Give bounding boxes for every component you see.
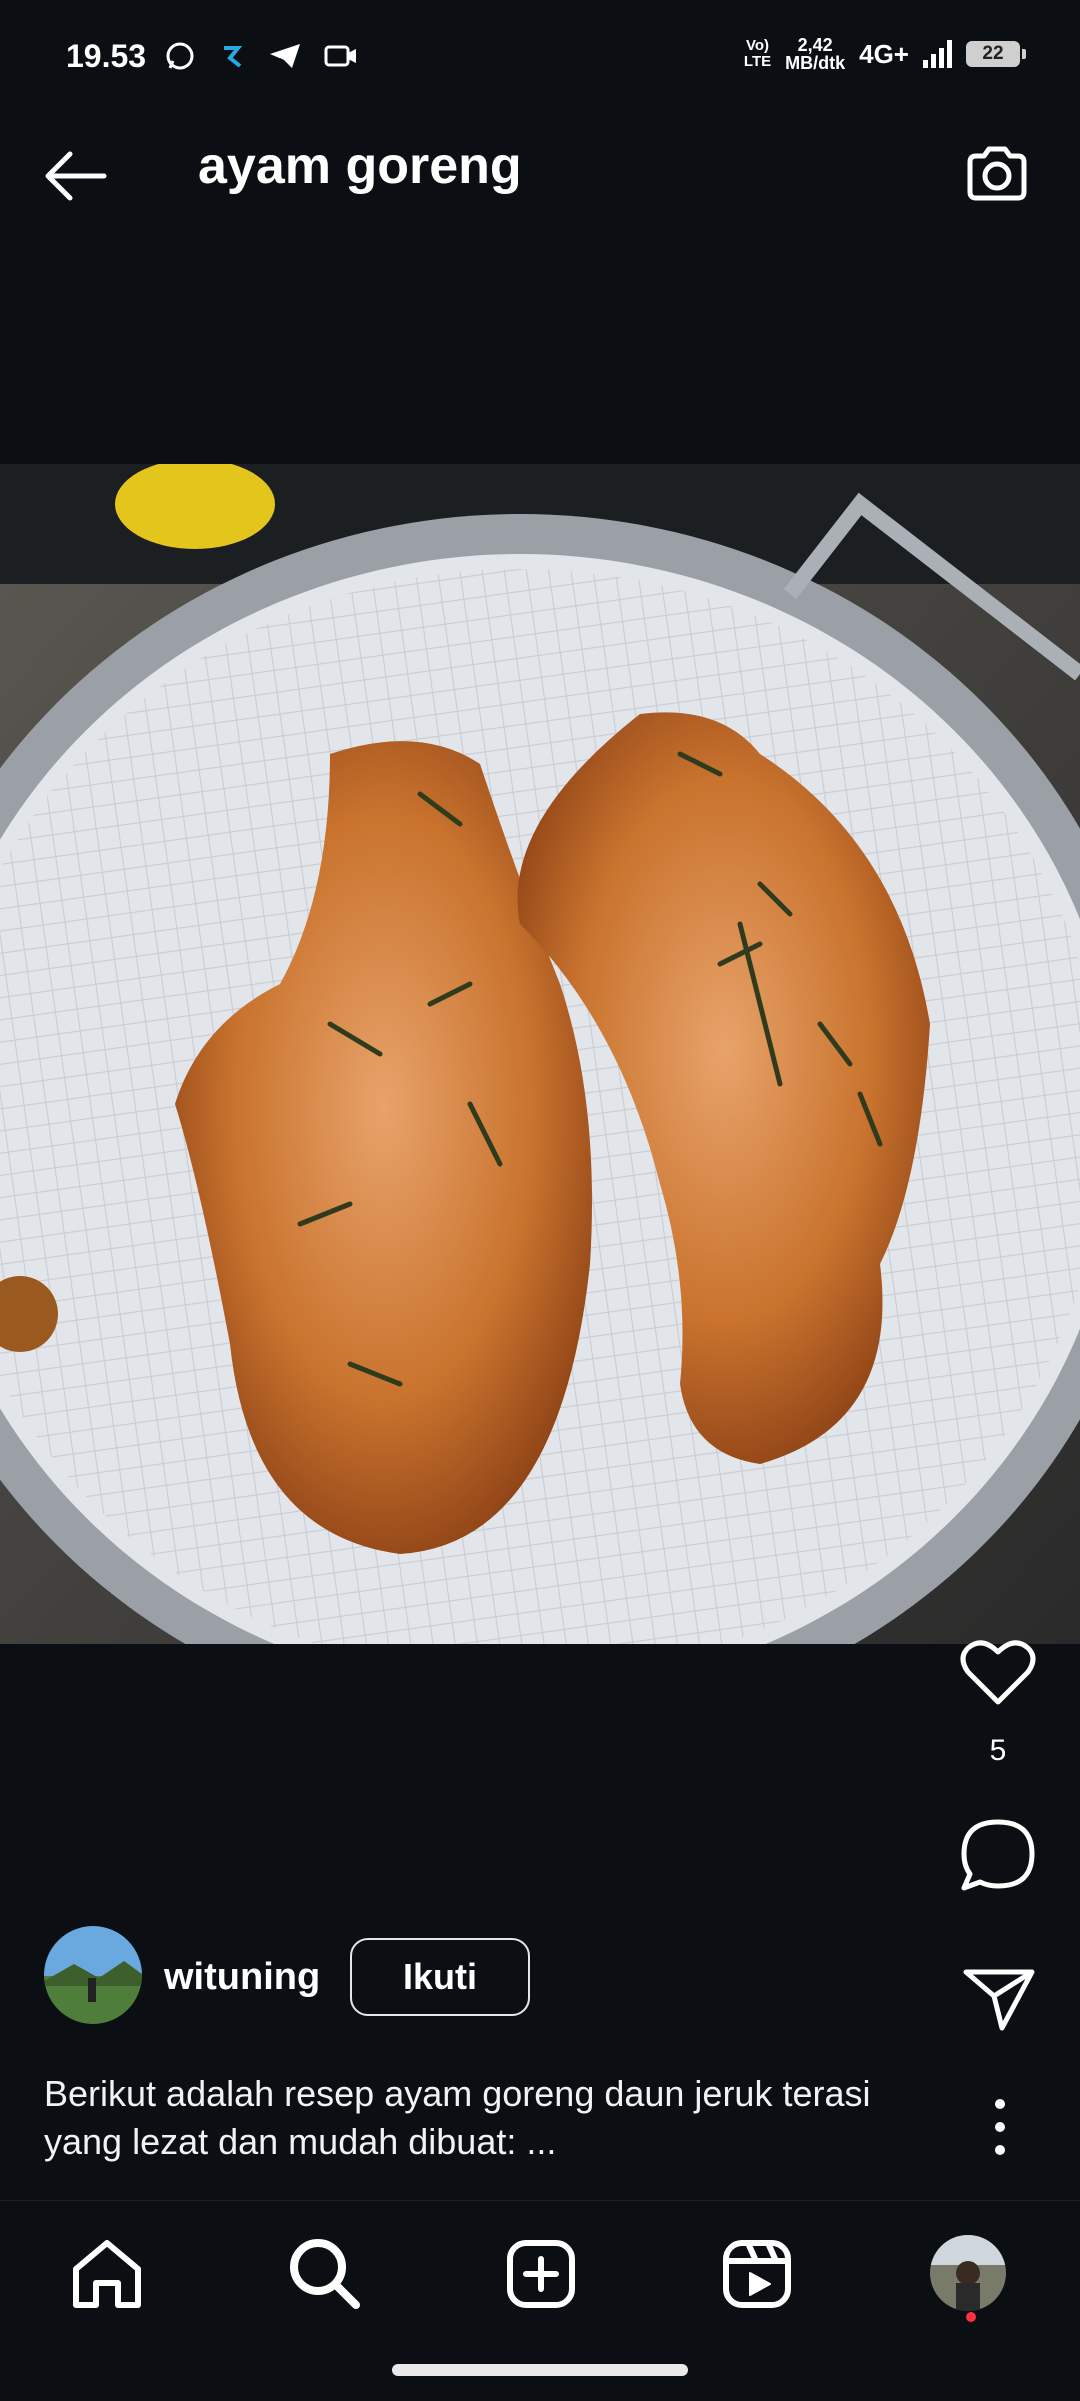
nav-search[interactable] [282, 2231, 368, 2317]
like-count[interactable]: 5 [960, 1734, 1036, 1768]
reels-icon [723, 2240, 791, 2308]
page-title: ayam goreng [198, 137, 522, 195]
avatar [44, 1926, 142, 2024]
author-avatar[interactable] [44, 1926, 142, 2024]
nav-reels[interactable] [714, 2231, 800, 2317]
signal-icon [923, 40, 952, 68]
like-button[interactable] [958, 1636, 1038, 1708]
search-icon [290, 2239, 360, 2309]
camera-button[interactable] [962, 140, 1032, 210]
nav-profile[interactable] [930, 2235, 1006, 2311]
post-caption[interactable]: Berikut adalah resep ayam goreng daun je… [44, 2070, 944, 2166]
status-system-indicators: Vo) LTE 2,42 MB/dtk 4G+ 22 [743, 35, 1026, 73]
profile-avatar [930, 2235, 1006, 2311]
comment-bubble-icon [961, 1819, 1035, 1891]
home-icon [73, 2240, 141, 2308]
back-button[interactable] [36, 136, 116, 216]
app-notification-icon [224, 46, 243, 68]
comment-button[interactable] [958, 1816, 1038, 1896]
notification-dot [966, 2312, 976, 2322]
nav-home[interactable] [64, 2231, 150, 2317]
battery-indicator: 22 [966, 41, 1026, 67]
nav-create[interactable] [498, 2231, 584, 2317]
fried-chicken-photo [0, 464, 1080, 1644]
more-vertical-icon [995, 2099, 1005, 2155]
caption-line-2: yang lezat dan mudah dibuat: ... [44, 2121, 557, 2162]
heart-icon [960, 1640, 1036, 1705]
network-speed: 2,42 MB/dtk [785, 35, 846, 73]
video-call-icon [324, 45, 356, 67]
volte-indicator: Vo) LTE [743, 37, 772, 70]
home-indicator[interactable] [392, 2364, 688, 2376]
status-notification-icons [164, 40, 358, 72]
caption-line-1: Berikut adalah resep ayam goreng daun je… [44, 2073, 871, 2114]
telegram-icon [270, 44, 300, 68]
author-username[interactable]: wituning [164, 1956, 320, 1999]
share-button[interactable] [962, 1966, 1036, 2032]
arrow-left-icon [45, 151, 107, 201]
status-time: 19.53 [66, 38, 147, 74]
whatsapp-icon [166, 42, 194, 70]
more-options-button[interactable] [980, 2092, 1020, 2162]
camera-icon [967, 146, 1027, 201]
follow-button[interactable]: Ikuti [350, 1938, 530, 2016]
status-bar: 19.53 Vo) LTE 2,42 MB/dtk 4G+ 22 [0, 0, 1080, 96]
send-icon [963, 1969, 1035, 2031]
create-icon [507, 2240, 575, 2308]
network-type: 4G+ [859, 38, 909, 69]
post-photo[interactable] [0, 464, 1080, 1644]
